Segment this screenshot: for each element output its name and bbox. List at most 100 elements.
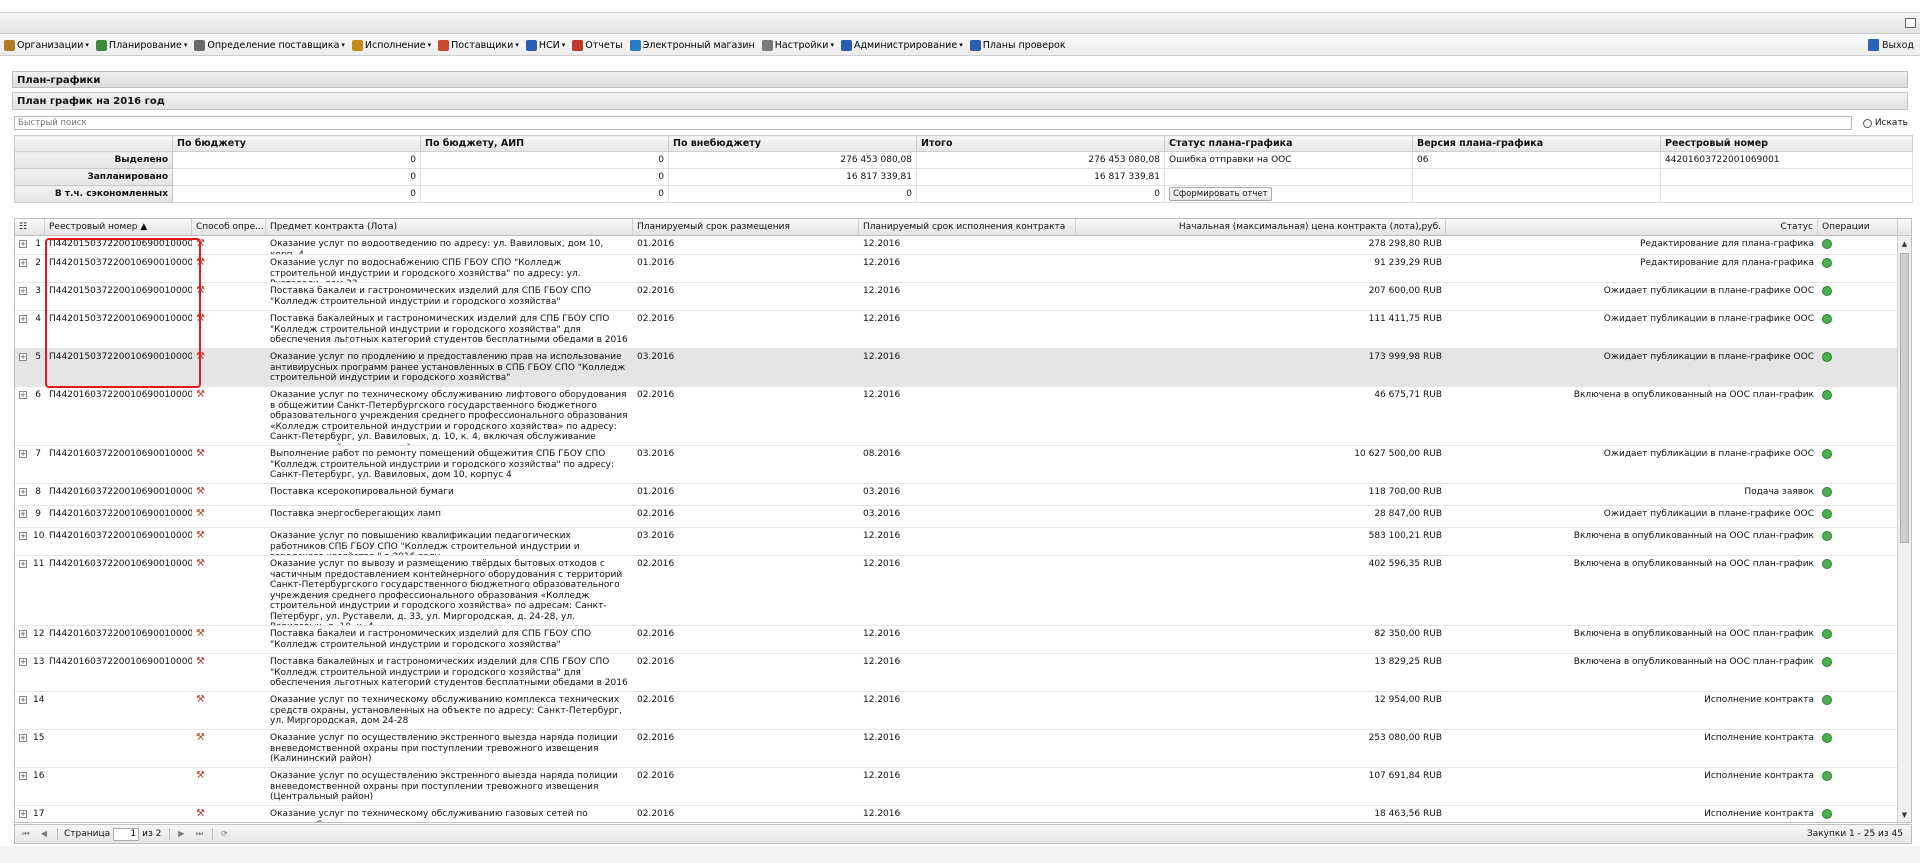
operations-icon[interactable]: [1822, 239, 1832, 249]
row-expander[interactable]: +: [15, 556, 29, 625]
operations-icon[interactable]: [1822, 390, 1832, 400]
refresh-icon[interactable]: ⟳: [219, 829, 229, 839]
row-expander[interactable]: +: [15, 484, 29, 505]
column-header-way[interactable]: Способ опре...: [192, 219, 266, 235]
last-page-icon[interactable]: ⏭: [194, 829, 204, 839]
page-number-input[interactable]: [113, 827, 140, 841]
expand-plus-icon[interactable]: +: [19, 510, 27, 518]
generate-report-button[interactable]: Сформировать отчет: [1169, 187, 1272, 201]
row-expander[interactable]: +: [15, 387, 29, 445]
row-expander[interactable]: +: [15, 528, 29, 555]
quick-search-input[interactable]: [14, 116, 1852, 130]
table-row[interactable]: +9 П44201603722001069001000004 ⚒ Поставка э…: [15, 506, 1898, 528]
table-row[interactable]: +3 П44201503722001069001000059 ⚒ Поставка б…: [15, 283, 1898, 311]
row-expander[interactable]: +: [15, 626, 29, 653]
column-header-subject[interactable]: Предмет контракта (Лота): [266, 219, 633, 235]
table-row[interactable]: +16 ⚒ Оказание услуг по осуществлению экст…: [15, 768, 1898, 806]
row-expander[interactable]: +: [15, 311, 29, 348]
menu-item-9[interactable]: Администрирование ▾: [840, 39, 963, 51]
table-row[interactable]: +10 П44201603722001069001000005 ⚒ Оказание …: [15, 528, 1898, 556]
column-header-price[interactable]: Начальная (максимальная) цена контракта …: [1076, 219, 1446, 235]
row-expander[interactable]: +: [15, 654, 29, 691]
menu-item-7[interactable]: Электронный магазин: [629, 39, 755, 51]
expand-plus-icon[interactable]: +: [19, 696, 27, 704]
expand-plus-icon[interactable]: +: [19, 772, 27, 780]
row-expander[interactable]: +: [15, 692, 29, 729]
table-row[interactable]: +15 ⚒ Оказание услуг по осуществлению экст…: [15, 730, 1898, 768]
column-header-ops[interactable]: Операции: [1818, 219, 1898, 235]
expand-plus-icon[interactable]: +: [19, 488, 27, 496]
operations-icon[interactable]: [1822, 809, 1832, 819]
menu-item-6[interactable]: Отчеты: [572, 39, 623, 51]
table-row[interactable]: +6 П44201603722001069001000001 ⚒ Оказание у…: [15, 387, 1898, 446]
column-header-start[interactable]: Планируемый срок размещения: [633, 219, 859, 235]
expand-plus-icon[interactable]: +: [19, 734, 27, 742]
expand-plus-icon[interactable]: +: [19, 315, 27, 323]
expand-plus-icon[interactable]: +: [19, 240, 27, 248]
table-row[interactable]: +4 П44201503722001069001000061 ⚒ Поставка б…: [15, 311, 1898, 349]
table-row[interactable]: +7 П44201603722001069001000002 ⚒ Выполнение…: [15, 446, 1898, 484]
first-page-icon[interactable]: ⏮: [21, 829, 31, 839]
operations-icon[interactable]: [1822, 258, 1832, 268]
table-row[interactable]: +12 П44201603722001069001000007 ⚒ Поставка …: [15, 626, 1898, 654]
menu-item-4[interactable]: Поставщики ▾: [438, 39, 519, 51]
operations-icon[interactable]: [1822, 559, 1832, 569]
expand-plus-icon[interactable]: +: [19, 658, 27, 666]
menu-item-1[interactable]: Планирование ▾: [95, 39, 187, 51]
operations-icon[interactable]: [1822, 657, 1832, 667]
expand-plus-icon[interactable]: +: [19, 287, 27, 295]
operations-icon[interactable]: [1822, 286, 1832, 296]
menu-item-0[interactable]: Организации ▾: [4, 39, 89, 51]
expand-plus-icon[interactable]: +: [19, 353, 27, 361]
column-header-end[interactable]: Планируемый срок исполнения контракта: [859, 219, 1076, 235]
table-row[interactable]: +2 П44201503722001069001000056 ⚒ Оказание у…: [15, 255, 1898, 283]
expand-plus-icon[interactable]: +: [19, 630, 27, 638]
expand-plus-icon[interactable]: +: [19, 560, 27, 568]
expand-plus-icon[interactable]: +: [19, 450, 27, 458]
operations-icon[interactable]: [1822, 314, 1832, 324]
operations-icon[interactable]: [1822, 629, 1832, 639]
operations-icon[interactable]: [1822, 509, 1832, 519]
row-expander[interactable]: +: [15, 730, 29, 767]
row-expander[interactable]: +: [15, 255, 29, 282]
scroll-down-icon[interactable]: ▼: [1900, 811, 1909, 820]
grid-header-settings-icon[interactable]: ☷: [15, 219, 45, 235]
operations-icon[interactable]: [1822, 531, 1832, 541]
expand-plus-icon[interactable]: +: [19, 259, 27, 267]
column-header-reg[interactable]: Реестровый номер ▲: [45, 219, 192, 235]
prev-page-icon[interactable]: ◀: [39, 829, 49, 839]
menu-item-8[interactable]: Настройки ▾: [761, 39, 834, 51]
table-row[interactable]: +1 П44201503722001069001000052 ⚒ Оказание у…: [15, 236, 1898, 255]
menu-item-5[interactable]: НСИ ▾: [525, 39, 565, 51]
operations-icon[interactable]: [1822, 352, 1832, 362]
expand-plus-icon[interactable]: +: [19, 391, 27, 399]
row-expander[interactable]: +: [15, 768, 29, 805]
row-expander[interactable]: +: [15, 506, 29, 527]
expand-plus-icon[interactable]: +: [19, 532, 27, 540]
row-expander[interactable]: +: [15, 806, 29, 822]
operations-icon[interactable]: [1822, 487, 1832, 497]
row-expander[interactable]: +: [15, 446, 29, 483]
operations-icon[interactable]: [1822, 733, 1832, 743]
scroll-up-icon[interactable]: ▲: [1900, 240, 1909, 249]
menu-item-2[interactable]: Определение поставщика ▾: [194, 39, 345, 51]
column-header-status[interactable]: Статус: [1446, 219, 1818, 235]
grid-vertical-scrollbar[interactable]: ▲ ▼: [1897, 236, 1911, 822]
restore-window-icon[interactable]: [1905, 18, 1916, 28]
operations-icon[interactable]: [1822, 695, 1832, 705]
row-expander[interactable]: +: [15, 349, 29, 386]
table-row[interactable]: +14 ⚒ Оказание услуг по техническому обслу…: [15, 692, 1898, 730]
scroll-thumb[interactable]: [1900, 253, 1909, 543]
row-expander[interactable]: +: [15, 236, 29, 254]
exit-button[interactable]: Выход: [1867, 39, 1914, 51]
row-expander[interactable]: +: [15, 283, 29, 310]
menu-item-10[interactable]: Планы проверок: [969, 39, 1066, 51]
table-row[interactable]: +8 П44201603722001069001000003 ⚒ Поставка к…: [15, 484, 1898, 506]
next-page-icon[interactable]: ▶: [176, 829, 186, 839]
table-row[interactable]: +11 П44201603722001069001000006 ⚒ Оказание …: [15, 556, 1898, 626]
menu-item-3[interactable]: Исполнение ▾: [351, 39, 431, 51]
table-row[interactable]: +5 П44201503722001069001000076 ⚒ Оказание у…: [15, 349, 1898, 387]
table-row[interactable]: +17 ⚒ Оказание услуг по техническому обслу…: [15, 806, 1898, 822]
operations-icon[interactable]: [1822, 449, 1832, 459]
search-button[interactable]: Искать: [1862, 116, 1908, 130]
